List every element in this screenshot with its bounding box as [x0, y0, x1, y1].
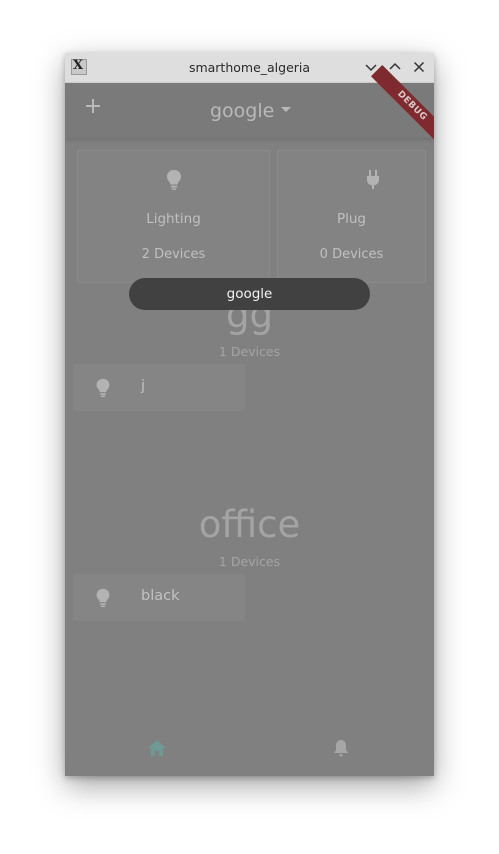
bottom-navigation — [65, 719, 434, 776]
app-content: google DEBUG Lighting 2 Devices Plug 0 D… — [65, 64, 434, 776]
room-device-count: 1 Devices — [218, 554, 281, 569]
category-name: Lighting — [146, 211, 201, 227]
close-icon — [413, 61, 425, 73]
nav-notifications-button[interactable] — [330, 737, 352, 759]
lightbulb-icon — [96, 378, 110, 397]
close-button[interactable] — [411, 59, 427, 75]
toast-message: google — [129, 278, 370, 310]
category-card-plug[interactable]: Plug 0 Devices — [277, 150, 426, 283]
category-count: 2 Devices — [141, 247, 206, 262]
caret-down-icon — [281, 107, 292, 112]
selected-home-label: google — [210, 100, 275, 122]
app-window: X smarthome_algeria google DEBUG Lightin… — [65, 53, 434, 776]
device-name: black — [141, 588, 180, 604]
bell-icon — [334, 740, 348, 757]
room-title: office — [198, 503, 301, 546]
room-device-count: 1 Devices — [218, 344, 281, 359]
device-name: j — [141, 378, 146, 394]
plug-icon — [367, 170, 379, 189]
home-icon — [148, 740, 166, 756]
device-tile[interactable]: j — [73, 364, 245, 411]
home-dropdown[interactable]: google — [210, 97, 292, 125]
category-count: 0 Devices — [319, 247, 384, 262]
lightbulb-icon — [96, 588, 110, 607]
nav-home-button[interactable] — [146, 737, 168, 759]
lightbulb-icon — [167, 170, 181, 190]
category-card-lighting[interactable]: Lighting 2 Devices — [77, 150, 270, 283]
category-name: Plug — [336, 211, 367, 227]
app-bar: google DEBUG — [65, 64, 434, 148]
add-button[interactable] — [82, 95, 104, 117]
plus-icon — [86, 99, 100, 113]
device-tile[interactable]: black — [73, 574, 245, 621]
